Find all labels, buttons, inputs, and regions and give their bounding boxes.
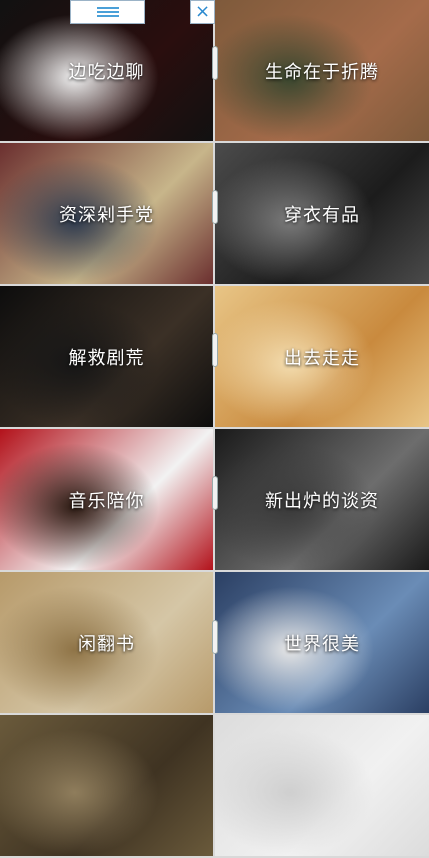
tile-background	[0, 286, 213, 427]
category-tile[interactable]: 世界很美	[215, 572, 429, 715]
category-tile[interactable]: 资深剁手党	[0, 143, 215, 286]
tile-background	[0, 572, 213, 713]
category-tile[interactable]	[0, 715, 215, 858]
category-tile[interactable]	[215, 715, 429, 858]
tile-background	[215, 429, 429, 570]
drag-handle-4[interactable]	[212, 476, 218, 510]
tile-background	[0, 143, 213, 284]
category-tile[interactable]: 音乐陪你	[0, 429, 215, 572]
tile-background	[215, 572, 429, 713]
category-tile[interactable]: 出去走走	[215, 286, 429, 429]
drag-handle-2[interactable]	[212, 190, 218, 224]
category-tile[interactable]: 生命在于折腾	[215, 0, 429, 143]
tile-background	[0, 429, 213, 570]
tile-background	[215, 143, 429, 284]
category-tile[interactable]: 新出炉的谈资	[215, 429, 429, 572]
tile-background	[215, 715, 429, 856]
tile-background	[215, 286, 429, 427]
close-icon: ×	[194, 1, 211, 22]
tile-background	[0, 715, 213, 856]
drag-handle-3[interactable]	[212, 333, 218, 367]
category-tile[interactable]: 解救剧荒	[0, 286, 215, 429]
category-tile[interactable]: 闲翻书	[0, 572, 215, 715]
category-tile[interactable]: 穿衣有品	[215, 143, 429, 286]
drag-handle-1[interactable]	[212, 46, 218, 80]
close-button[interactable]: ×	[190, 0, 215, 24]
tile-background	[215, 0, 429, 141]
drag-handle-5[interactable]	[212, 620, 218, 654]
menu-icon	[96, 7, 119, 17]
menu-button[interactable]	[70, 0, 145, 24]
